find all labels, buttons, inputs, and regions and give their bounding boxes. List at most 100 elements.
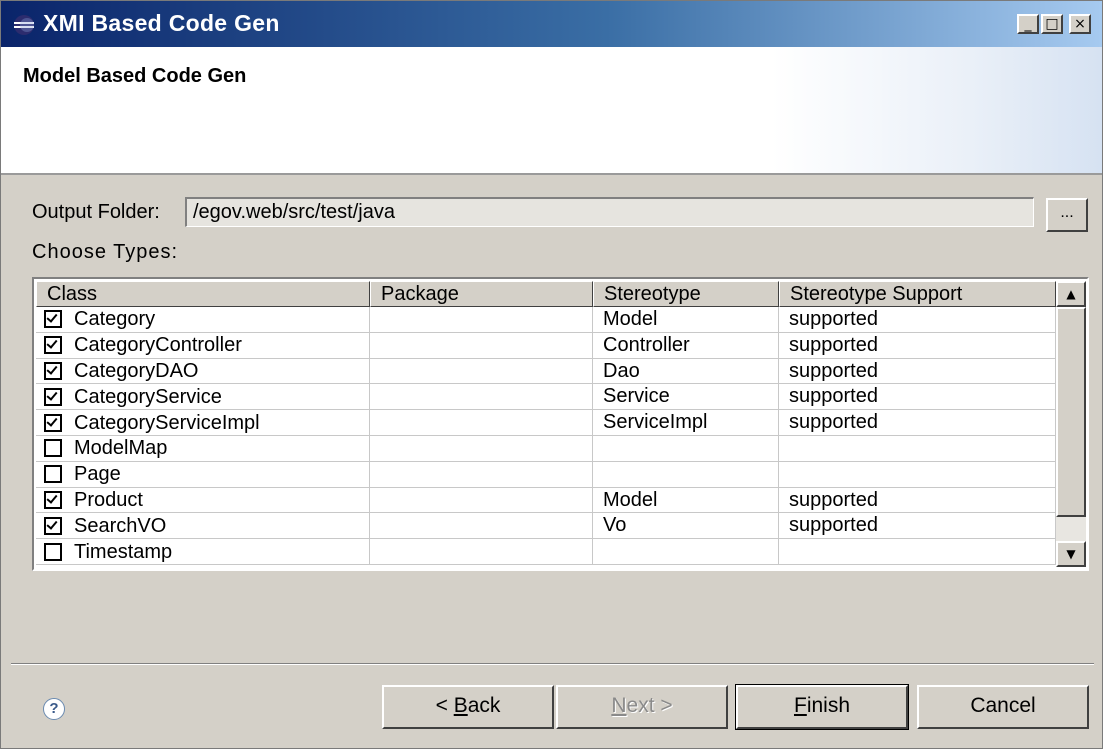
choose-types-label: Choose Types:: [32, 241, 179, 263]
close-button[interactable]: ×: [1069, 14, 1091, 34]
next-accel: N: [611, 694, 627, 717]
eclipse-icon: [14, 15, 34, 35]
row-checkbox[interactable]: [44, 516, 62, 535]
row-checkbox[interactable]: [44, 361, 62, 380]
minimize-button[interactable]: _: [1017, 14, 1039, 34]
stereotype-cell: Vo: [593, 513, 779, 540]
class-cell: CategoryDAO: [36, 358, 370, 385]
scroll-down-icon[interactable]: ▼: [1056, 541, 1086, 567]
column-header-class[interactable]: Class: [36, 281, 370, 307]
table-body: Category Model supported CategoryController…: [36, 307, 1056, 565]
table-row[interactable]: Product Model supported: [36, 487, 1056, 514]
title-bar[interactable]: XMI Based Code Gen _ □ ×: [1, 1, 1102, 47]
table-row[interactable]: CategoryService Service supported: [36, 384, 1056, 411]
class-cell: Page: [36, 461, 370, 488]
row-checkbox[interactable]: [44, 490, 62, 509]
back-rest: ack: [467, 694, 501, 717]
stereotype-cell: Dao: [593, 358, 779, 385]
package-cell: [370, 487, 593, 514]
help-icon[interactable]: ?: [43, 698, 65, 720]
class-cell: CategoryServiceImpl: [36, 410, 370, 436]
finish-button[interactable]: Finish: [736, 685, 908, 729]
stereotype-cell: [593, 461, 779, 488]
page-title: Model Based Code Gen: [23, 65, 247, 87]
package-cell: [370, 384, 593, 411]
scrollbar-thumb[interactable]: [1056, 307, 1086, 517]
table-row[interactable]: CategoryDAO Dao supported: [36, 358, 1056, 385]
class-name: Page: [74, 463, 121, 486]
class-cell: ModelMap: [36, 435, 370, 462]
column-header-stereotype[interactable]: Stereotype: [593, 281, 779, 307]
scroll-up-icon[interactable]: ▲: [1056, 281, 1086, 307]
dialog-window: XMI Based Code Gen _ □ × Model Based Cod…: [0, 0, 1103, 749]
table-row[interactable]: Category Model supported: [36, 307, 1056, 333]
stereotype-support-cell: [779, 435, 1056, 462]
table-row[interactable]: Timestamp: [36, 539, 1056, 565]
stereotype-cell: Controller: [593, 332, 779, 359]
stereotype-support-cell: supported: [779, 487, 1056, 514]
package-cell: [370, 332, 593, 359]
class-name: Category: [74, 308, 156, 331]
column-header-stereotype-support[interactable]: Stereotype Support: [779, 281, 1056, 307]
class-name: Timestamp: [74, 540, 173, 563]
row-checkbox[interactable]: [44, 310, 62, 329]
row-checkbox[interactable]: [44, 336, 62, 355]
package-cell: [370, 410, 593, 436]
stereotype-cell: [593, 435, 779, 462]
row-checkbox[interactable]: [44, 439, 62, 458]
next-rest: ext >: [626, 694, 673, 717]
table-row[interactable]: Page: [36, 461, 1056, 488]
finish-rest: inish: [806, 694, 851, 717]
types-table: Class Package Stereotype Stereotype Supp…: [32, 277, 1089, 571]
table-header: Class Package Stereotype Stereotype Supp…: [36, 281, 1056, 307]
cancel-button[interactable]: Cancel: [917, 685, 1089, 729]
class-name: ModelMap: [74, 437, 168, 460]
output-folder-input[interactable]: [185, 197, 1034, 227]
class-cell: CategoryController: [36, 332, 370, 359]
stereotype-support-cell: supported: [779, 513, 1056, 540]
row-checkbox[interactable]: [44, 465, 62, 484]
table-row[interactable]: CategoryController Controller supported: [36, 332, 1056, 359]
stereotype-cell: [593, 539, 779, 565]
package-cell: [370, 539, 593, 565]
stereotype-cell: Model: [593, 307, 779, 333]
class-name: CategoryServiceImpl: [74, 411, 260, 434]
row-checkbox[interactable]: [44, 387, 62, 406]
back-button[interactable]: < Back: [382, 685, 554, 729]
wizard-header: Model Based Code Gen: [1, 47, 1102, 175]
back-accel: B: [453, 694, 468, 717]
button-bar-separator: [11, 663, 1094, 665]
stereotype-support-cell: supported: [779, 384, 1056, 411]
column-header-package[interactable]: Package: [370, 281, 593, 307]
stereotype-cell: Service: [593, 384, 779, 411]
class-cell: Product: [36, 487, 370, 514]
table-row[interactable]: CategoryServiceImpl ServiceImpl supported: [36, 410, 1056, 436]
class-cell: Category: [36, 307, 370, 333]
table-row[interactable]: ModelMap: [36, 435, 1056, 462]
stereotype-cell: Model: [593, 487, 779, 514]
stereotype-support-cell: supported: [779, 358, 1056, 385]
stereotype-support-cell: supported: [779, 307, 1056, 333]
stereotype-support-cell: [779, 461, 1056, 488]
vertical-scrollbar[interactable]: ▲ ▼: [1056, 281, 1086, 567]
row-checkbox[interactable]: [44, 542, 62, 561]
class-name: CategoryDAO: [74, 359, 199, 382]
stereotype-support-cell: supported: [779, 410, 1056, 436]
package-cell: [370, 461, 593, 488]
package-cell: [370, 358, 593, 385]
class-name: Product: [74, 488, 143, 511]
stereotype-support-cell: supported: [779, 332, 1056, 359]
next-button[interactable]: Next >: [556, 685, 728, 729]
maximize-button[interactable]: □: [1041, 14, 1063, 34]
back-prefix: <: [435, 694, 454, 717]
class-cell: SearchVO: [36, 513, 370, 540]
row-checkbox[interactable]: [44, 413, 62, 432]
class-name: SearchVO: [74, 514, 167, 537]
stereotype-cell: ServiceImpl: [593, 410, 779, 436]
class-cell: CategoryService: [36, 384, 370, 411]
browse-button[interactable]: ...: [1046, 198, 1088, 232]
package-cell: [370, 307, 593, 333]
finish-accel: F: [793, 694, 807, 717]
table-row[interactable]: SearchVO Vo supported: [36, 513, 1056, 540]
package-cell: [370, 435, 593, 462]
